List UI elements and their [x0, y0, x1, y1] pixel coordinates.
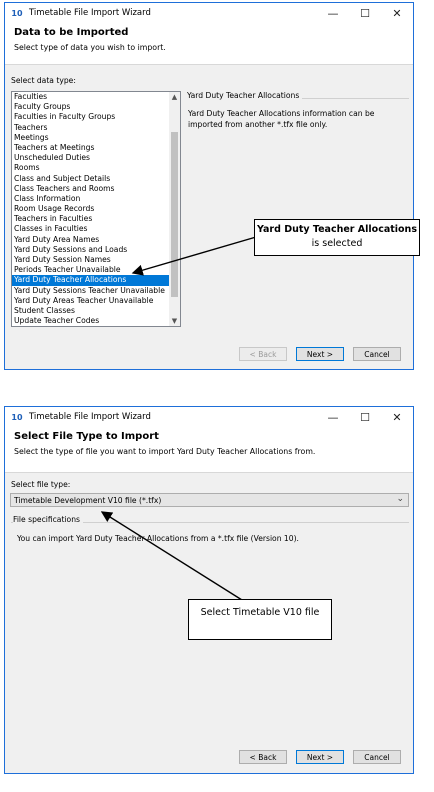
callout-1-rest: is selected	[311, 238, 363, 249]
callout-arrow-1	[131, 236, 257, 276]
annotation-arrows	[100, 236, 257, 601]
annotation-callout-1: Yard Duty Teacher Allocations is selecte…	[254, 219, 420, 256]
callout-1-bold: Yard Duty Teacher Allocations	[257, 224, 417, 235]
callout-arrow-2	[100, 511, 243, 601]
callout-2-text: Select Timetable V10 file	[200, 607, 320, 618]
annotation-callout-2: Select Timetable V10 file	[188, 599, 332, 640]
